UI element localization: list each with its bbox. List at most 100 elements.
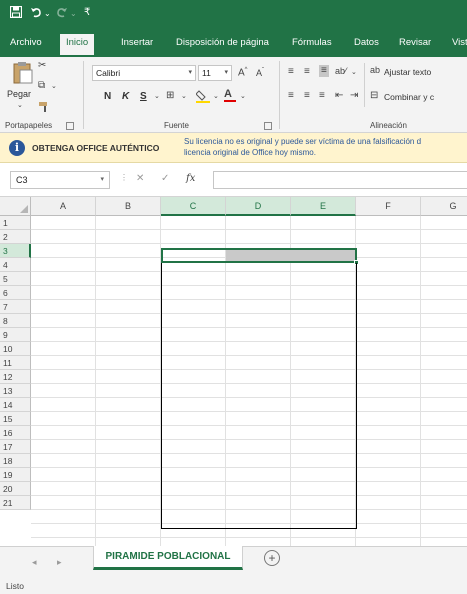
tab-inicio[interactable]: Inicio — [60, 34, 95, 55]
increase-font-icon[interactable]: A^ — [238, 67, 248, 78]
undo-dropdown-icon[interactable]: ⌄ — [44, 9, 51, 18]
tab-datos[interactable]: Datos — [354, 37, 379, 48]
align-right-icon[interactable]: ≡ — [319, 91, 325, 101]
row-header-5[interactable]: 5 — [0, 272, 31, 286]
decrease-font-icon[interactable]: Aˇ — [256, 68, 264, 78]
format-painter-icon[interactable] — [38, 101, 50, 116]
borders-icon[interactable]: ⊞ — [166, 91, 174, 101]
underline-button[interactable]: S — [140, 91, 147, 102]
name-box-value: C3 — [16, 175, 28, 185]
underline-dropdown-icon[interactable]: ⌄ — [154, 93, 160, 100]
row-header-6[interactable]: 6 — [0, 286, 31, 300]
row-header-1[interactable]: 1 — [0, 216, 31, 230]
merge-center-button[interactable]: Combinar y c — [384, 92, 434, 102]
license-title[interactable]: OBTENGA OFFICE AUTÉNTICO — [32, 143, 159, 153]
sheet-tab-piramide-poblacional[interactable]: PIRAMIDE POBLACIONAL — [93, 546, 243, 570]
worksheet-grid[interactable]: A B C D E F G 1 2 3 4 5 6 7 8 9 10 11 12… — [0, 197, 467, 546]
wrap-text-button[interactable]: Ajustar texto — [384, 67, 431, 77]
save-icon[interactable] — [9, 5, 23, 21]
column-header-g[interactable]: G — [421, 197, 467, 216]
align-top-icon[interactable]: ≡ — [288, 67, 294, 77]
tab-insertar[interactable]: Insertar — [121, 37, 153, 48]
italic-button[interactable]: K — [122, 91, 129, 102]
cut-icon[interactable]: ✂ — [38, 61, 46, 71]
paste-label[interactable]: Pegar — [7, 89, 31, 99]
row-header-13[interactable]: 13 — [0, 384, 31, 398]
name-box[interactable]: C3 ▾ — [10, 171, 110, 189]
customize-icon[interactable]: ₹ — [84, 7, 90, 18]
paste-icon[interactable] — [12, 61, 34, 88]
name-box-dropdown-icon[interactable]: ▾ — [100, 175, 104, 183]
row-header-21[interactable]: 21 — [0, 496, 31, 510]
clipboard-launcher-icon[interactable] — [66, 122, 74, 130]
fill-color-dropdown-icon[interactable]: ⌄ — [213, 93, 219, 100]
row-header-4[interactable]: 4 — [0, 258, 31, 272]
copy-icon[interactable]: ⧉ — [38, 81, 45, 91]
column-header-a[interactable]: A — [31, 197, 96, 216]
font-color-dropdown-icon[interactable]: ⌄ — [240, 93, 246, 100]
row-header-16[interactable]: 16 — [0, 426, 31, 440]
select-all-button[interactable] — [0, 197, 31, 216]
active-cell-c3[interactable] — [161, 248, 357, 263]
tab-archivo[interactable]: Archivo — [10, 37, 42, 48]
decrease-indent-icon[interactable]: ⇤ — [335, 91, 343, 101]
tab-revisar[interactable]: Revisar — [399, 37, 431, 48]
align-bottom-icon[interactable]: ≡ — [319, 65, 329, 77]
row-header-9[interactable]: 9 — [0, 328, 31, 342]
sheet-prev-icon[interactable]: ◂ — [32, 557, 37, 568]
orientation-icon[interactable]: ab⁄ — [335, 67, 347, 76]
license-message-line1: Su licencia no es original y puede ser v… — [184, 137, 422, 146]
merge-center-icon[interactable]: ⊟ — [370, 91, 378, 101]
undo-icon[interactable] — [30, 6, 42, 21]
align-left-icon[interactable]: ≡ — [288, 91, 294, 101]
wrap-text-icon[interactable]: ab — [370, 66, 380, 75]
row-header-2[interactable]: 2 — [0, 230, 31, 244]
row-header-8[interactable]: 8 — [0, 314, 31, 328]
sheet-next-icon[interactable]: ▸ — [57, 557, 62, 568]
row-header-14[interactable]: 14 — [0, 398, 31, 412]
tab-vista[interactable]: Vist — [452, 37, 467, 48]
borders-dropdown-icon[interactable]: ⌄ — [181, 93, 187, 100]
fill-color-icon[interactable] — [195, 89, 210, 106]
redo-icon[interactable] — [56, 6, 68, 21]
column-header-f[interactable]: F — [356, 197, 421, 216]
license-warning-bar: i OBTENGA OFFICE AUTÉNTICO Su licencia n… — [0, 133, 467, 163]
insert-function-icon[interactable]: fx — [186, 173, 195, 184]
row-header-15[interactable]: 15 — [0, 412, 31, 426]
tab-formulas[interactable]: Fórmulas — [292, 37, 332, 48]
formula-bar: C3 ▾ ⋮ ✕ ✓ fx — [0, 163, 467, 197]
add-sheet-icon[interactable]: + — [264, 550, 280, 566]
font-launcher-icon[interactable] — [264, 122, 272, 130]
font-name-select[interactable]: Calibri ▾ — [92, 65, 196, 81]
column-header-b[interactable]: B — [96, 197, 161, 216]
bold-button[interactable]: N — [104, 91, 111, 102]
column-header-e[interactable]: E — [291, 197, 356, 216]
enter-icon[interactable]: ✓ — [161, 173, 169, 184]
row-header-19[interactable]: 19 — [0, 468, 31, 482]
cancel-icon[interactable]: ✕ — [136, 173, 144, 184]
align-center-icon[interactable]: ≡ — [304, 91, 310, 101]
row-header-18[interactable]: 18 — [0, 454, 31, 468]
formula-input[interactable] — [213, 171, 467, 189]
column-header-d[interactable]: D — [226, 197, 291, 216]
row-header-10[interactable]: 10 — [0, 342, 31, 356]
row-header-3[interactable]: 3 — [0, 244, 31, 258]
increase-indent-icon[interactable]: ⇥ — [350, 91, 358, 101]
column-header-c[interactable]: C — [161, 197, 226, 216]
align-middle-icon[interactable]: ≡ — [304, 67, 310, 77]
orientation-dropdown-icon[interactable]: ⌄ — [351, 69, 357, 76]
row-header-20[interactable]: 20 — [0, 482, 31, 496]
row-header-12[interactable]: 12 — [0, 370, 31, 384]
row-header-17[interactable]: 17 — [0, 440, 31, 454]
font-size-select[interactable]: 11 ▾ — [198, 65, 232, 81]
title-bar: ⌄ ⌄ ₹ — [0, 0, 467, 30]
copy-dropdown-icon[interactable]: ⌄ — [51, 83, 57, 90]
paste-dropdown-icon[interactable]: ⌄ — [17, 102, 23, 109]
font-color-icon[interactable]: A — [224, 89, 236, 102]
separator — [364, 63, 365, 107]
row-header-11[interactable]: 11 — [0, 356, 31, 370]
redo-dropdown-icon[interactable]: ⌄ — [70, 9, 77, 18]
tab-disposicion[interactable]: Disposición de página — [176, 37, 269, 48]
row-header-7[interactable]: 7 — [0, 300, 31, 314]
license-message: Su licencia no es original y puede ser v… — [184, 136, 467, 158]
